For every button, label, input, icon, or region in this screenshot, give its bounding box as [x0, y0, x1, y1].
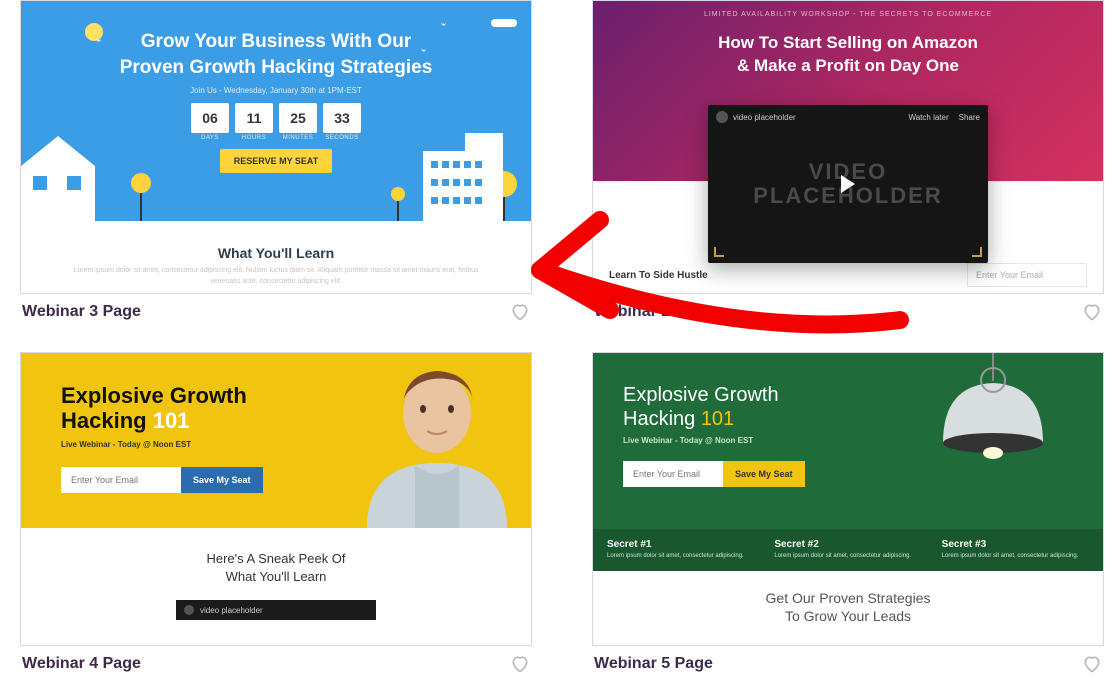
countdown-seconds: 33: [323, 103, 361, 133]
template-card: Explosive Growth Hacking 101 Live Webina…: [592, 352, 1104, 674]
play-icon: [841, 175, 855, 193]
sneak-peek-heading: Here's A Sneak Peek OfWhat You'll Learn: [21, 550, 531, 586]
hero-heading: Grow Your Business With Our: [141, 31, 411, 52]
save-seat-button[interactable]: Save My Seat: [723, 461, 805, 487]
favorite-icon[interactable]: [510, 654, 530, 674]
template-title: Webinar 2 Page: [594, 303, 713, 321]
template-title: Webinar 3 Page: [22, 303, 141, 321]
learn-subtext: Lorem ipsum dolor sit amet, consectetur …: [21, 266, 531, 287]
countdown-timer: 06 11 25 33: [21, 103, 531, 133]
video-player[interactable]: video placeholder: [176, 600, 376, 620]
countdown-minutes: 25: [279, 103, 317, 133]
template-card: LIMITED AVAILABILITY WORKSHOP - THE SECR…: [592, 0, 1104, 322]
save-seat-button[interactable]: Save My Seat: [181, 467, 263, 493]
side-hustle-label: Learn To Side Hustle: [609, 270, 708, 281]
secrets-row: Secret #1Lorem ipsum dolor sit amet, con…: [593, 529, 1103, 571]
favorite-icon[interactable]: [510, 302, 530, 322]
lamp-illustration: [893, 353, 1073, 503]
template-card: Explosive Growth Hacking 101 Live Webina…: [20, 352, 532, 674]
email-input[interactable]: [61, 467, 181, 493]
hero-subtext: Join Us - Wednesday, January 30th at 1PM…: [21, 86, 531, 95]
hero-heading: & Make a Profit on Day One: [737, 56, 959, 75]
video-label: video placeholder: [200, 606, 263, 615]
template-title: Webinar 4 Page: [22, 655, 141, 673]
favorite-icon[interactable]: [1082, 302, 1102, 322]
person-illustration: [327, 353, 517, 528]
video-label: video placeholder: [733, 113, 796, 122]
template-thumbnail[interactable]: LIMITED AVAILABILITY WORKSHOP - THE SECR…: [592, 0, 1104, 294]
countdown-hours: 11: [235, 103, 273, 133]
hero-heading: How To Start Selling on Amazon: [718, 33, 978, 52]
hero-heading: Proven Growth Hacking Strategies: [120, 57, 433, 78]
share-label: Share: [959, 113, 980, 122]
template-thumbnail[interactable]: Explosive Growth Hacking 101 Live Webina…: [592, 352, 1104, 646]
bottom-heading: Get Our Proven StrategiesTo Grow Your Le…: [593, 571, 1103, 643]
banner-text: LIMITED AVAILABILITY WORKSHOP - THE SECR…: [593, 1, 1103, 18]
email-input[interactable]: Enter Your Email: [967, 263, 1087, 287]
learn-heading: What You'll Learn: [21, 245, 531, 261]
template-thumbnail[interactable]: Explosive Growth Hacking 101 Live Webina…: [20, 352, 532, 646]
favorite-icon[interactable]: [1082, 654, 1102, 674]
video-player[interactable]: video placeholder Watch later Share VIDE…: [708, 105, 988, 263]
email-input[interactable]: [623, 461, 723, 487]
watch-later-label: Watch later: [908, 113, 948, 122]
template-card: 𐤔 𐤔 𐤔 Grow Your Business With Our Proven…: [20, 0, 532, 322]
reserve-seat-button[interactable]: RESERVE MY SEAT: [220, 149, 333, 173]
template-thumbnail[interactable]: 𐤔 𐤔 𐤔 Grow Your Business With Our Proven…: [20, 0, 532, 294]
countdown-days: 06: [191, 103, 229, 133]
template-title: Webinar 5 Page: [594, 655, 713, 673]
